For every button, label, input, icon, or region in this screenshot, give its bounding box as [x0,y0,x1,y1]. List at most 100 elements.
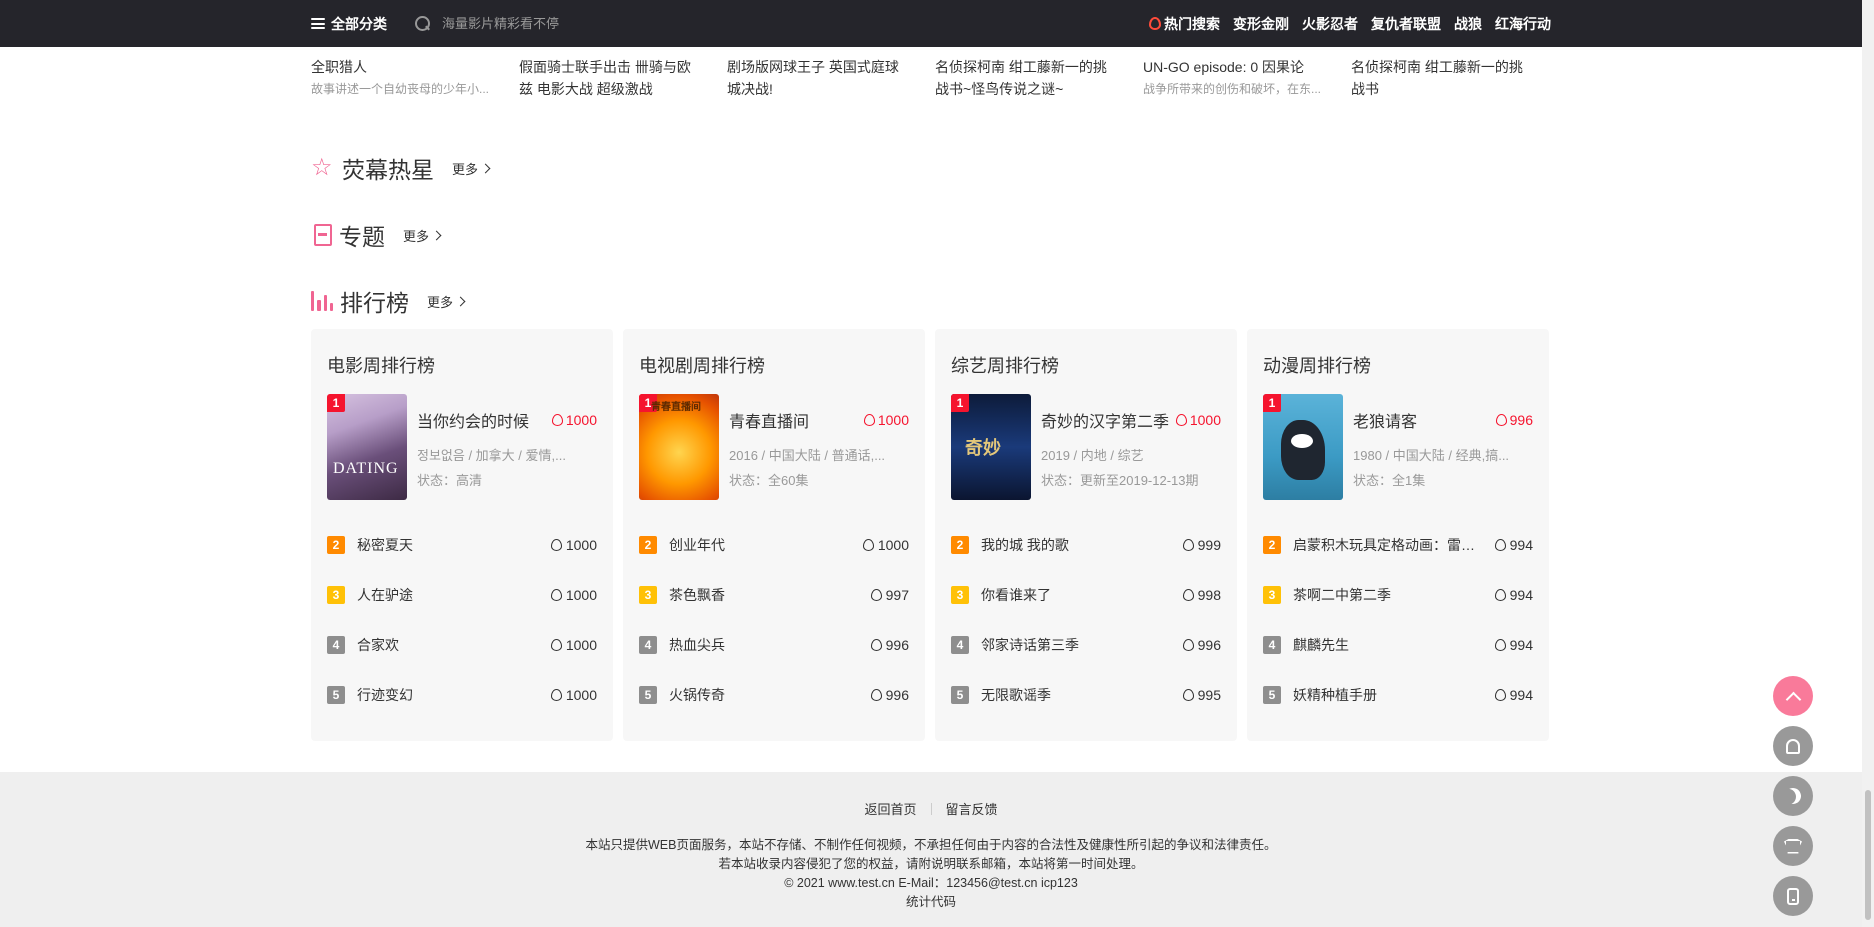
item-title[interactable]: 妖精种植手册 [1293,685,1487,705]
item-title[interactable]: 创业年代 [669,535,855,555]
scrollbar-thumb[interactable] [1865,790,1871,920]
heat-score: 996 [870,687,909,703]
search-icon[interactable] [415,16,430,31]
item-meta: 정보없음 / 加拿大 / 爱情,... [417,448,566,463]
video-title[interactable]: 名侦探柯南 绀工藤新一的挑 战书 [1351,56,1559,100]
heat-score: 996 [1495,412,1533,428]
fire-icon [1149,17,1161,30]
rank-row[interactable]: 3 茶色飘香 997 [639,570,909,620]
ranking-card-variety: 综艺周排行榜 1 奇妙 奇妙的汉字第二季 1000 2019 / 内地 / 综艺… [935,329,1237,741]
ranking-card-title: 电视剧周排行榜 [639,356,765,376]
hot-link[interactable]: 复仇者联盟 [1371,14,1441,34]
item-title[interactable]: 当你约会的时候 [417,408,529,432]
ranking-card-movie: 电影周排行榜 1 DATING 当你约会的时候 1000 정보없음 / 加拿大 … [311,329,613,741]
rank-badge: 2 [327,536,345,554]
hot-link[interactable]: 火影忍者 [1302,14,1358,34]
mobile-view-button[interactable] [1773,876,1813,916]
rank-row[interactable]: 3 茶啊二中第二季 994 [1263,570,1533,620]
home-link[interactable]: 返回首页 [864,799,916,818]
fire-icon [550,689,562,701]
item-title[interactable]: 火锅传奇 [669,685,863,705]
item-title[interactable]: 行迹变幻 [357,685,543,705]
ranking-card-title: 电影周排行榜 [327,356,435,376]
rank-row[interactable]: 2 创业年代 1000 [639,520,909,570]
video-title[interactable]: 全职猎人 [311,56,519,78]
rank-row[interactable]: 2 秘密夏天 1000 [327,520,597,570]
poster-image[interactable]: 1 [1263,394,1343,500]
more-link[interactable]: 更多 [452,159,491,178]
ranking-card-anime: 动漫周排行榜 1 老狼请客 996 1980 / 中国大陆 / 经典,搞... … [1247,329,1549,741]
all-categories-button[interactable]: 全部分类 [311,14,387,34]
video-title[interactable]: 假面骑士联手出击 卌骑与欧 兹 电影大战 超级激战 [519,56,727,100]
fire-icon [870,689,882,701]
item-title[interactable]: 茶色飘香 [669,585,863,605]
item-title[interactable]: 茶啊二中第二季 [1293,585,1487,605]
video-card[interactable]: 假面骑士联手出击 卌骑与欧 兹 电影大战 超级激战 [519,56,727,100]
item-title[interactable]: 无限歌谣季 [981,685,1175,705]
item-title[interactable]: 热血尖兵 [669,635,863,655]
item-title[interactable]: 秘密夏天 [357,535,543,555]
more-link[interactable]: 更多 [427,292,466,311]
heat-score: 1000 [863,412,909,428]
rank-row[interactable]: 5 火锅传奇 996 [639,670,909,720]
rank-row[interactable]: 2 我的城 我的歌 999 [951,520,1221,570]
top-ranked-item[interactable]: 1 老狼请客 996 1980 / 中国大陆 / 经典,搞... 状态：全1集 [1263,394,1533,500]
video-title[interactable]: 名侦探柯南 绀工藤新一的挑 战书~怪鸟传说之谜~ [935,56,1143,100]
item-title[interactable]: 我的城 我的歌 [981,535,1175,555]
rank-row[interactable]: 4 邻家诗话第三季 996 [951,620,1221,670]
rank-row[interactable]: 4 合家欢 1000 [327,620,597,670]
section-title: 专题 [339,224,385,250]
rank-row[interactable]: 3 人在驴途 1000 [327,570,597,620]
fire-icon [550,539,562,551]
more-link[interactable]: 更多 [403,226,442,245]
rank-row[interactable]: 4 热血尖兵 996 [639,620,909,670]
hot-link[interactable]: 战狼 [1454,14,1482,34]
site-footer: 返回首页 留言反馈 本站只提供WEB页面服务，本站不存储、不制作任何视频，不承担… [0,772,1862,927]
rank-row[interactable]: 5 妖精种植手册 994 [1263,670,1533,720]
poster-image[interactable]: 1 DATING [327,394,407,500]
back-to-top-button[interactable] [1773,676,1813,716]
search-input[interactable] [442,16,762,31]
item-title[interactable]: 青春直播间 [729,408,809,432]
video-title[interactable]: 剧场版网球王子 英国式庭球 城决战! [727,56,935,100]
hot-link[interactable]: 红海行动 [1495,14,1551,34]
item-title[interactable]: 你看谁来了 [981,585,1175,605]
fire-icon [863,414,875,426]
item-title[interactable]: 麒麟先生 [1293,635,1487,655]
video-description: 故事讲述一个自幼丧母的少年小... [311,82,490,96]
poster-image[interactable]: 1 青春直播间 [639,394,719,500]
item-title[interactable]: 邻家诗话第三季 [981,635,1175,655]
item-title[interactable]: 启蒙积木玩具定格动画：雷霆... [1293,535,1487,555]
page-scrollbar[interactable] [1862,0,1874,927]
top-ranked-item[interactable]: 1 奇妙 奇妙的汉字第二季 1000 2019 / 内地 / 综艺 状态：更新至… [951,394,1221,500]
rank-row[interactable]: 2 启蒙积木玩具定格动画：雷霆... 994 [1263,520,1533,570]
video-card[interactable]: UN-GO episode: 0 因果论 战争所带来的创伤和破坏，在东... [1143,56,1351,100]
top-ranked-item[interactable]: 1 DATING 当你约会的时候 1000 정보없음 / 加拿大 / 爱情,..… [327,394,597,500]
dark-mode-button[interactable] [1773,776,1813,816]
item-title[interactable]: 奇妙的汉字第二季 [1041,408,1169,432]
video-card[interactable]: 全职猎人 故事讲述一个自幼丧母的少年小... [311,56,519,100]
rank-row[interactable]: 5 无限歌谣季 995 [951,670,1221,720]
notification-button[interactable] [1773,726,1813,766]
search-box[interactable] [415,16,815,31]
footer-links: 返回首页 留言反馈 [0,799,1862,818]
top-ranked-item[interactable]: 1 青春直播间 青春直播间 1000 2016 / 中国大陆 / 普通话,...… [639,394,909,500]
hot-link[interactable]: 变形金刚 [1233,14,1289,34]
video-title[interactable]: UN-GO episode: 0 因果论 [1143,56,1351,78]
item-status: 状态：更新至2019-12-13期 [1041,473,1199,488]
rank-badge: 4 [327,636,345,654]
poster-image[interactable]: 1 奇妙 [951,394,1031,500]
theme-skin-button[interactable] [1773,826,1813,866]
item-title[interactable]: 人在驴途 [357,585,543,605]
video-card[interactable]: 名侦探柯南 绀工藤新一的挑 战书~怪鸟传说之谜~ [935,56,1143,100]
rank-row[interactable]: 4 麒麟先生 994 [1263,620,1533,670]
rank-row[interactable]: 5 行迹变幻 1000 [327,670,597,720]
video-card[interactable]: 剧场版网球王子 英国式庭球 城决战! [727,56,935,100]
video-card[interactable]: 名侦探柯南 绀工藤新一的挑 战书 [1351,56,1559,100]
rank-row[interactable]: 3 你看谁来了 998 [951,570,1221,620]
feedback-link[interactable]: 留言反馈 [946,799,998,818]
item-title[interactable]: 老狼请客 [1353,408,1417,432]
shirt-icon [1784,838,1802,854]
item-title[interactable]: 合家欢 [357,635,543,655]
wolf-illustration [1281,420,1325,480]
